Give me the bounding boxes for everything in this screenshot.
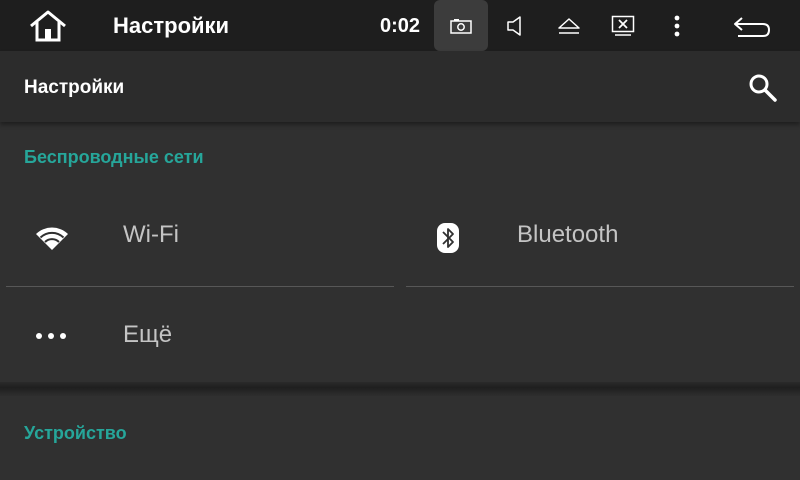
bluetooth-icon [426, 218, 470, 258]
settings-item-more[interactable]: Ещё [6, 292, 394, 382]
back-icon[interactable] [728, 0, 776, 51]
section-header-device: Устройство [24, 423, 127, 443]
statusbar-title: Настройки [113, 13, 230, 38]
divider [6, 286, 394, 287]
wifi-icon [30, 218, 74, 258]
bluetooth-label: Bluetooth [517, 221, 619, 248]
more-horiz-icon [30, 316, 74, 356]
settings-item-bluetooth[interactable]: Bluetooth [406, 194, 794, 284]
home-icon[interactable] [28, 9, 68, 43]
search-icon[interactable] [746, 71, 780, 105]
settings-item-wifi[interactable]: Wi-Fi [6, 194, 394, 284]
section-header-wireless: Беспроводные сети [24, 147, 204, 167]
status-bar: Настройки 0:02 [0, 0, 800, 51]
more-vert-icon[interactable] [664, 0, 690, 51]
more-label: Ещё [123, 321, 173, 348]
eject-icon[interactable] [554, 0, 584, 51]
app-bar: Настройки [0, 51, 800, 122]
volume-icon[interactable] [500, 0, 530, 51]
divider [406, 286, 794, 287]
clock: 0:02 [380, 15, 421, 37]
screenshot-icon[interactable] [434, 0, 488, 51]
display-off-icon[interactable] [608, 0, 638, 51]
section-separator [0, 382, 800, 396]
wifi-label: Wi-Fi [123, 221, 179, 248]
page-title: Настройки [24, 77, 125, 98]
